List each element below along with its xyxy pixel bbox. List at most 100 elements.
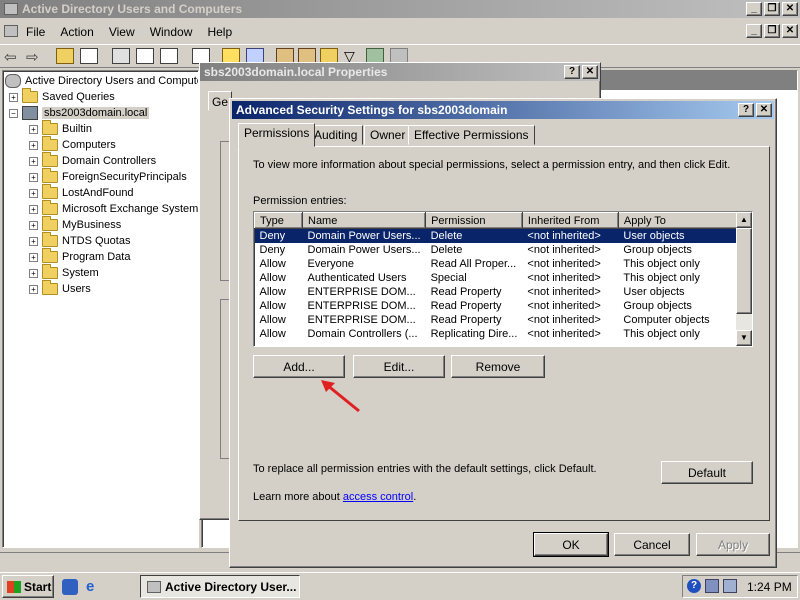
permission-row[interactable]: Allow ENTERPRISE DOM... Read Property <not … xyxy=(255,313,752,327)
expand-icon[interactable]: + xyxy=(29,172,38,182)
expand-icon[interactable]: + xyxy=(29,236,38,246)
column-type[interactable]: Type xyxy=(254,212,303,229)
advanced-close-button[interactable]: ✕ xyxy=(756,103,772,117)
permission-cell: Read Property xyxy=(430,299,502,312)
tab-owner[interactable]: Owner xyxy=(364,125,412,145)
child-restore-button[interactable]: ❐ xyxy=(764,24,780,38)
scroll-down-icon[interactable]: ▼ xyxy=(736,330,752,346)
minimize-button[interactable]: _ xyxy=(746,2,762,16)
tree-item-mybusiness[interactable]: + MyBusiness xyxy=(29,216,121,233)
expand-icon[interactable]: + xyxy=(29,220,38,230)
tab-auditing[interactable]: Auditing xyxy=(308,125,364,145)
quick-launch-ie-icon[interactable]: e xyxy=(86,579,102,595)
menu-help[interactable]: Help xyxy=(201,23,238,41)
tree-item-ntds-quotas[interactable]: + NTDS Quotas xyxy=(29,232,130,249)
menu-view[interactable]: View xyxy=(103,23,141,41)
tree-root[interactable]: Active Directory Users and Compute xyxy=(5,73,199,89)
expand-icon[interactable]: + xyxy=(29,204,38,214)
copy-icon[interactable] xyxy=(112,48,130,64)
advanced-help-button[interactable]: ? xyxy=(738,103,754,117)
clock[interactable]: 1:24 PM xyxy=(747,580,792,594)
permission-row[interactable]: Allow ENTERPRISE DOM... Read Property <not … xyxy=(255,299,752,313)
edit-button[interactable]: Edit... xyxy=(353,355,445,378)
remove-button[interactable]: Remove xyxy=(451,355,545,378)
tab-permissions[interactable]: Permissions xyxy=(238,123,316,147)
show-tree-icon[interactable] xyxy=(80,48,98,64)
advanced-title-bar[interactable]: Advanced Security Settings for sbs2003do… xyxy=(232,101,774,119)
column-inherited-from[interactable]: Inherited From xyxy=(521,212,619,229)
tree-item-builtin[interactable]: + Builtin xyxy=(29,120,92,137)
cancel-button[interactable]: Cancel xyxy=(614,533,690,556)
permission-cell: Special xyxy=(430,271,467,284)
expand-icon[interactable]: + xyxy=(29,284,38,294)
permission-row[interactable]: Allow Everyone Read All Proper... <not inhe… xyxy=(255,257,752,271)
tree-item-lostandfound[interactable]: + LostAndFound xyxy=(29,184,134,201)
expand-icon[interactable]: + xyxy=(29,124,38,134)
folder-icon xyxy=(22,88,38,103)
column-name[interactable]: Name xyxy=(301,212,427,229)
quick-launch-desktop-icon[interactable] xyxy=(62,579,78,595)
expand-icon[interactable]: + xyxy=(29,252,38,262)
back-icon[interactable]: ⇦ xyxy=(4,48,22,66)
tab-effective-permissions[interactable]: Effective Permissions xyxy=(408,125,535,145)
tree-item-microsoft-exchange-system[interactable]: + Microsoft Exchange System xyxy=(29,200,198,217)
collapse-icon[interactable]: − xyxy=(9,108,18,118)
expand-icon[interactable]: + xyxy=(29,188,38,198)
up-folder-icon[interactable] xyxy=(56,48,74,64)
tree-pane[interactable]: Active Directory Users and Compute + Sav… xyxy=(2,70,199,548)
child-minimize-button[interactable]: _ xyxy=(746,24,762,38)
tree-item-domain-controllers[interactable]: + Domain Controllers xyxy=(29,152,156,169)
tree-item-computers[interactable]: + Computers xyxy=(29,136,116,153)
properties-title-bar[interactable]: sbs2003domain.local Properties ? ✕ xyxy=(200,63,600,81)
permission-entries-list[interactable]: Type Name Permission Inherited From Appl… xyxy=(253,211,753,347)
tree-item-system[interactable]: + System xyxy=(29,264,99,281)
properties-help-button[interactable]: ? xyxy=(564,65,580,79)
list-scrollbar[interactable]: ▲ ▼ xyxy=(736,212,752,346)
default-button[interactable]: Default xyxy=(661,461,753,484)
permission-row[interactable]: Allow Authenticated Users Special <not inhe… xyxy=(255,271,752,285)
refresh-icon[interactable] xyxy=(136,48,154,64)
permission-row[interactable]: Deny Domain Power Users... Delete <not inhe… xyxy=(255,243,752,257)
menu-window[interactable]: Window xyxy=(144,23,199,41)
menu-action[interactable]: Action xyxy=(54,23,99,41)
tray-help-icon[interactable]: ? xyxy=(687,579,701,593)
task-button-aduc[interactable]: Active Directory User... xyxy=(140,575,300,598)
tray-network-icon[interactable] xyxy=(705,579,719,593)
restore-button[interactable]: ❐ xyxy=(764,2,780,16)
permission-row[interactable]: Allow Domain Controllers (... Replicating … xyxy=(255,327,752,341)
expand-icon[interactable]: + xyxy=(9,92,18,102)
properties-close-button[interactable]: ✕ xyxy=(582,65,598,79)
apply-button[interactable]: Apply xyxy=(696,533,770,556)
folder-icon xyxy=(42,152,58,167)
ok-button[interactable]: OK xyxy=(533,532,609,557)
tray-monitor-icon[interactable] xyxy=(723,579,737,593)
column-apply-to[interactable]: Apply To xyxy=(617,212,752,229)
permission-cell: Everyone xyxy=(307,257,354,270)
permission-cell: <not inherited> xyxy=(527,271,601,284)
access-control-link[interactable]: access control xyxy=(343,491,413,503)
scroll-up-icon[interactable]: ▲ xyxy=(736,212,752,228)
expand-icon[interactable]: + xyxy=(29,268,38,278)
mmc-title-bar[interactable]: Active Directory Users and Computers _ ❐… xyxy=(0,0,800,18)
close-button[interactable]: ✕ xyxy=(782,2,798,16)
scroll-thumb[interactable] xyxy=(736,228,752,314)
tree-item-foreignsecurityprincipals[interactable]: + ForeignSecurityPrincipals xyxy=(29,168,187,185)
expand-icon[interactable]: + xyxy=(29,140,38,150)
permission-cell: This object only xyxy=(623,327,700,340)
permission-table: Type Name Permission Inherited From Appl… xyxy=(254,212,752,341)
column-permission[interactable]: Permission xyxy=(425,212,523,229)
permission-row[interactable]: Deny Domain Power Users... Delete <not inhe… xyxy=(254,228,752,243)
child-close-button[interactable]: ✕ xyxy=(782,24,798,38)
export-icon[interactable] xyxy=(160,48,178,64)
menu-file[interactable]: File xyxy=(20,23,51,41)
tree-root-label: Active Directory Users and Compute xyxy=(25,75,199,87)
forward-icon[interactable]: ⇨ xyxy=(26,48,44,66)
add-button[interactable]: Add... xyxy=(253,355,345,378)
expand-icon[interactable]: + xyxy=(29,156,38,166)
tree-item-saved-queries[interactable]: + Saved Queries xyxy=(9,88,115,105)
permission-row[interactable]: Allow ENTERPRISE DOM... Read Property <not … xyxy=(255,285,752,299)
tree-item-users[interactable]: + Users xyxy=(29,280,91,297)
tree-item-domain[interactable]: − sbs2003domain.local xyxy=(9,105,150,121)
tree-item-program-data[interactable]: + Program Data xyxy=(29,248,130,265)
start-button[interactable]: Start xyxy=(2,575,54,598)
